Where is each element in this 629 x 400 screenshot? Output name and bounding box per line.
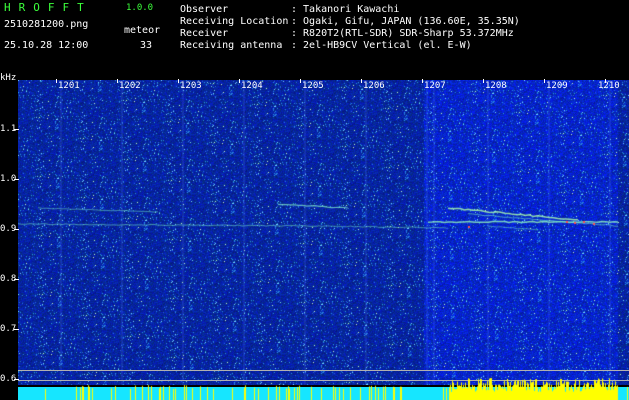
- meteor-count: 33: [140, 40, 153, 51]
- antenna-value: : 2el-HB9CV Vertical (el. E-W): [291, 40, 472, 51]
- x-tick-label: 1206: [363, 81, 385, 91]
- x-tick-label: 1209: [546, 81, 568, 91]
- x-tick-mark: [544, 79, 545, 83]
- app-title: HROFFT: [4, 1, 92, 14]
- x-tick-mark: [483, 79, 484, 83]
- datetime: 25.10.28 12:00: [4, 40, 89, 51]
- hrofft-window: HROFFT 1.0.0 2510281200.png meteor 25.10…: [0, 0, 629, 400]
- y-tick-label: 0.6: [0, 374, 17, 384]
- x-tick-mark: [239, 79, 240, 83]
- reference-line: [18, 370, 629, 371]
- y-tick-label: 1.1: [0, 124, 17, 134]
- file-name: 2510281200.png: [4, 19, 89, 30]
- y-axis-unit: kHz: [0, 73, 17, 83]
- x-tick-label: 1208: [485, 81, 507, 91]
- x-tick-label: 1207: [424, 81, 446, 91]
- spectrogram-canvas: [18, 80, 629, 385]
- x-tick-mark: [117, 79, 118, 83]
- antenna-label: Receiving antenna: [180, 40, 283, 51]
- y-tick-label: 1.0: [0, 174, 17, 184]
- y-tick-label: 0.8: [0, 274, 17, 284]
- receiver-label: Receiver: [180, 28, 229, 39]
- observer-label: Observer: [180, 4, 229, 15]
- x-tick-mark: [300, 79, 301, 83]
- x-tick-label: 1202: [119, 81, 141, 91]
- x-tick-mark: [56, 79, 57, 83]
- observer-value: : Takanori Kawachi: [291, 4, 400, 15]
- x-tick-mark: [422, 79, 423, 83]
- signal-level-bars: [18, 376, 629, 400]
- x-tick-label: 1203: [180, 81, 202, 91]
- y-tick-label: 0.9: [0, 224, 17, 234]
- x-tick-label: 1210: [598, 81, 620, 91]
- x-tick-label: 1201: [58, 81, 80, 91]
- location-label: Receiving Location: [180, 16, 289, 27]
- x-tick-mark: [361, 79, 362, 83]
- x-tick-label: 1205: [302, 81, 324, 91]
- x-tick-label: 1204: [241, 81, 263, 91]
- app-version: 1.0.0: [126, 3, 154, 13]
- receiver-value: : R820T2(RTL-SDR) SDR-Sharp 53.372MHz: [291, 28, 514, 39]
- y-tick-label: 0.7: [0, 324, 17, 334]
- x-tick-mark: [178, 79, 179, 83]
- location-value: : Ogaki, Gifu, JAPAN (136.60E, 35.35N): [291, 16, 520, 27]
- meteor-label: meteor: [124, 25, 161, 36]
